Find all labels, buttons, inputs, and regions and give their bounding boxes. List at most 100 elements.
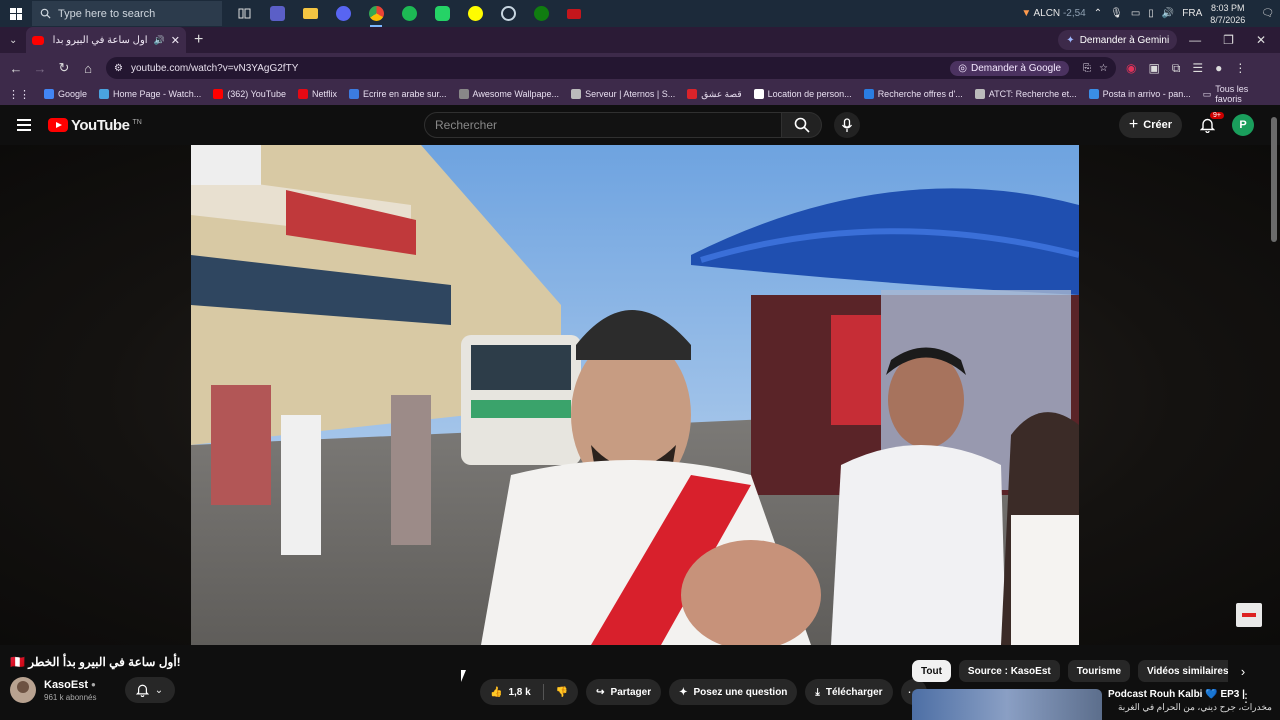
extension-red-icon[interactable]: ◉ xyxy=(1126,61,1136,76)
ask-google-button[interactable]: ◎ Demander à Google xyxy=(950,60,1070,76)
task-view-icon[interactable] xyxy=(232,3,256,25)
download-button[interactable]: ⤓ Télécharger xyxy=(805,679,893,705)
reload-icon[interactable]: ↻ xyxy=(52,60,76,76)
channel-avatar[interactable] xyxy=(10,677,36,703)
chevron-right-icon[interactable]: › xyxy=(1232,660,1254,682)
bookmark-favicon-icon xyxy=(44,89,54,99)
bell-icon xyxy=(135,684,149,697)
bookmark-favicon-icon xyxy=(213,89,224,99)
ask-question-button[interactable]: ✦ Posez une question xyxy=(669,679,798,705)
share-button[interactable]: ↪ Partager xyxy=(586,679,662,705)
tab-search-icon[interactable]: ⌄ xyxy=(9,35,17,46)
bookmark-item[interactable]: Location de person... xyxy=(753,89,852,100)
restore-icon[interactable]: ❐ xyxy=(1223,33,1234,47)
youtube-logo[interactable]: YouTube TN xyxy=(48,117,142,134)
file-explorer-icon[interactable] xyxy=(298,3,322,25)
speaker-icon[interactable]: 🔊 xyxy=(154,35,165,46)
create-button[interactable]: + Créer xyxy=(1118,112,1182,138)
bookmark-item[interactable]: Serveur | Aternos | S... xyxy=(571,89,675,100)
bookmark-item[interactable]: Awesome Wallpape... xyxy=(458,89,559,100)
bookmark-item[interactable]: قصة عشق xyxy=(687,89,742,100)
extensions-puzzle-icon[interactable]: ⧉ xyxy=(1172,61,1181,76)
bookmark-item[interactable]: Posta in arrivo - pan... xyxy=(1088,89,1191,100)
volume-icon[interactable]: 🔊 xyxy=(1162,8,1174,19)
bookmarks-bar: ⋮⋮ Google Home Page - Watch... (362) YouTu… xyxy=(0,83,1280,105)
bookmark-item[interactable]: Recherche offres d'... xyxy=(863,89,963,100)
teams-icon[interactable] xyxy=(265,3,289,25)
reading-list-icon[interactable]: ☰ xyxy=(1192,61,1203,76)
xbox-icon[interactable] xyxy=(529,3,553,25)
chip-filter[interactable]: Vidéos similaires xyxy=(1138,660,1228,682)
minimize-icon[interactable]: — xyxy=(1189,33,1201,47)
video-actions: 👍 1,8 k 👎 ↪ Partager ✦ Posez une questio… xyxy=(480,679,927,705)
dislike-button[interactable]: 👎 xyxy=(556,687,568,698)
notifications-icon[interactable]: 🗨 xyxy=(1261,8,1274,19)
bookmark-item[interactable]: Netflix xyxy=(297,89,337,100)
close-tab-icon[interactable]: ✕ xyxy=(171,34,180,47)
install-icon[interactable]: ⎘ xyxy=(1083,63,1091,74)
discord-icon[interactable] xyxy=(331,3,355,25)
extension-icon[interactable]: ▣ xyxy=(1148,61,1159,76)
video-player[interactable] xyxy=(191,145,1079,645)
battery-icon[interactable]: ▯ xyxy=(1148,8,1154,19)
back-icon[interactable]: ← xyxy=(4,61,28,76)
menu-hamburger-icon[interactable] xyxy=(0,119,48,131)
chevron-up-icon[interactable]: ⌃ xyxy=(1094,8,1102,19)
chip-filter[interactable]: Tourisme xyxy=(1067,660,1131,682)
like-button[interactable]: 👍 1,8 k xyxy=(490,687,531,698)
chrome-icon[interactable] xyxy=(364,3,388,27)
search-button[interactable] xyxy=(782,112,822,138)
all-bookmarks[interactable]: ▭ Tous les favoris xyxy=(1203,84,1268,104)
apps-grid-icon[interactable]: ⋮⋮ xyxy=(8,88,30,101)
new-tab-button[interactable]: + xyxy=(194,31,203,49)
search-icon xyxy=(40,8,51,19)
gemini-icon: ✦ xyxy=(1066,34,1075,46)
stock-widget[interactable]: ▼ ALCN -2,54 xyxy=(1021,8,1085,19)
bookmark-item[interactable]: Home Page - Watch... xyxy=(99,89,201,100)
app-icon[interactable] xyxy=(562,3,586,25)
forward-icon[interactable]: → xyxy=(28,61,52,76)
bookmark-item[interactable]: (362) YouTube xyxy=(213,89,286,100)
language-indicator[interactable]: FRA xyxy=(1182,8,1202,19)
steam-icon[interactable] xyxy=(496,3,520,25)
close-window-icon[interactable]: ✕ xyxy=(1256,33,1266,47)
microphone-icon[interactable]: 🎙 xyxy=(1110,8,1123,19)
channel-watermark-icon[interactable] xyxy=(1236,603,1262,627)
tab-youtube[interactable]: أول ساعة في البيرو بدأ (285) 🔊 ✕ xyxy=(26,27,186,53)
channel-name-link[interactable]: KasoEst ● xyxy=(44,679,97,691)
network-icon[interactable]: ▭ xyxy=(1131,8,1140,19)
bookmark-item[interactable]: ATCT: Recherche et... xyxy=(974,89,1077,100)
taskbar-search[interactable]: Type here to search xyxy=(32,1,222,26)
page-scrollbar[interactable] xyxy=(1271,117,1277,242)
profile-icon[interactable]: ● xyxy=(1215,61,1222,76)
clock[interactable]: 8:03 PM 8/7/2026 xyxy=(1210,2,1245,26)
youtube-header: YouTube TN + Créer 9+ P xyxy=(0,105,1280,145)
omnibox[interactable]: ⚙ youtube.com/watch?v=vN3YAgG2fTY ◎ Deman… xyxy=(106,57,1116,79)
chip-filter[interactable]: Source : KasoEst xyxy=(958,660,1060,682)
voice-search-button[interactable] xyxy=(834,112,860,138)
browser-menu-icon[interactable]: ⋮ xyxy=(1234,61,1246,76)
recommendation-thumbnail[interactable] xyxy=(912,689,1102,720)
recommendation-menu-icon[interactable]: ⋮ xyxy=(1240,691,1252,705)
search-input[interactable] xyxy=(424,112,782,138)
whatsapp-icon[interactable] xyxy=(430,3,454,25)
gemini-button[interactable]: ✦ Demander à Gemini xyxy=(1058,30,1178,50)
recommendation-item[interactable]: Podcast Rouh Kalbi 💙 EP3 | مخدرات، جرح د… xyxy=(912,689,1272,720)
site-info-icon[interactable]: ⚙ xyxy=(114,63,123,74)
subscription-bell-button[interactable]: ⌄ xyxy=(124,677,175,703)
bookmark-item[interactable]: Ecrire en arabe sur... xyxy=(348,89,447,100)
snapchat-icon[interactable] xyxy=(463,3,487,25)
notifications-button[interactable]: 9+ xyxy=(1194,112,1224,138)
chip-filter[interactable]: Tout xyxy=(912,660,951,682)
thumbs-up-icon: 👍 xyxy=(490,686,503,698)
bookmark-item[interactable]: Google xyxy=(44,89,87,100)
subscriber-count: 961 k abonnés xyxy=(44,692,97,702)
account-avatar[interactable]: P xyxy=(1232,114,1254,136)
bookmark-star-icon[interactable]: ☆ xyxy=(1099,63,1108,74)
home-icon[interactable]: ⌂ xyxy=(76,61,100,76)
start-button[interactable] xyxy=(0,0,32,27)
video-title: !أول ساعة في البيرو بدأ الخطر 🇵🇪 xyxy=(10,655,181,669)
url-text[interactable]: youtube.com/watch?v=vN3YAgG2fTY xyxy=(131,63,942,74)
spotify-icon[interactable] xyxy=(397,3,421,25)
stock-symbol: ALCN xyxy=(1033,8,1061,19)
